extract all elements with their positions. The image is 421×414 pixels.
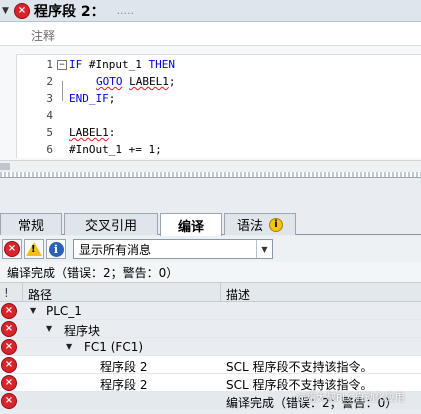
table-row[interactable]: × ▼ FC1 (FC1) [0,338,421,356]
syntax-info-icon: i [269,217,283,232]
row-path: 程序段 2 [100,360,148,374]
compile-summary: 编译完成（错误：2；警告：0） [0,262,421,282]
row-path: 程序块 [64,324,101,338]
info-icon: i [48,241,64,257]
code-text[interactable]: GOTO LABEL1; [96,75,176,88]
col-path-header[interactable]: 路径 [28,286,52,303]
error-icon: × [1,339,17,355]
line-number: 1 [46,58,53,71]
error-icon: × [1,375,17,391]
code-line-5[interactable]: 5 LABEL1: [17,126,421,142]
line-number: 3 [46,92,53,105]
message-filter-select[interactable]: 显示所有消息 ▼ [73,239,273,259]
network-comment[interactable]: 注释 [0,22,421,46]
tab-compile[interactable]: 编译 [160,213,222,236]
collapse-triangle-icon[interactable]: ▼ [2,6,14,16]
fold-toggle-icon[interactable]: − [57,60,67,70]
table-row[interactable]: × 程序段 2 SCL 程序段不支持该指令。 [0,356,421,374]
error-icon: × [1,393,17,409]
scl-code-editor[interactable]: 1 − IF #Input_1 THEN 2 GOTO LABEL1; 3 EN… [16,54,421,158]
expand-triangle-icon[interactable]: ▼ [46,324,52,333]
code-text[interactable]: IF #Input_1 THEN [69,58,175,71]
expand-triangle-icon[interactable]: ▼ [30,306,36,315]
table-row[interactable]: × ▼ 程序块 [0,320,421,338]
error-icon: × [14,2,30,19]
code-text[interactable]: #InOut_1 += 1; [69,143,162,156]
expand-triangle-icon[interactable]: ▼ [66,342,72,351]
row-path: PLC_1 [46,304,82,318]
code-line-2[interactable]: 2 GOTO LABEL1; [17,75,421,91]
code-editor-area: 1 − IF #Input_1 THEN 2 GOTO LABEL1; 3 EN… [0,46,421,160]
inspector-panel: 常规 交叉引用 编译 语法 i × ! i 显示所有消息 ▼ 编译完成（错误：2… [0,177,421,414]
line-number: 6 [46,143,53,156]
tab-general[interactable]: 常规 [0,213,62,235]
scrollbar-thumb[interactable] [0,163,10,170]
tab-cross-reference[interactable]: 交叉引用 [64,213,158,235]
filter-warnings-button[interactable]: ! [24,239,44,259]
code-line-4[interactable]: 4 [17,109,421,125]
comment-label: 注释 [31,29,56,43]
line-number: 5 [46,126,53,139]
error-icon: × [4,241,20,257]
tab-syntax[interactable]: 语法 i [224,213,296,235]
filter-info-button[interactable]: i [46,239,66,259]
error-icon: × [1,321,17,337]
row-desc: SCL 程序段不支持该指令。 [226,360,373,374]
warning-icon: ! [26,242,42,256]
chevron-down-icon[interactable]: ▼ [256,240,272,258]
code-line-1[interactable]: 1 − IF #Input_1 THEN [17,58,421,74]
network-title-placeholder[interactable]: ..... [117,4,134,17]
error-icon: × [1,303,17,319]
line-number: 4 [46,109,53,122]
message-grid-header: ! 路径 描述 [0,282,421,302]
network-header[interactable]: ▼ × 程序段 2： ..... [0,0,421,22]
error-icon: × [1,357,17,373]
code-line-6[interactable]: 6 #InOut_1 += 1; [17,143,421,159]
row-path: 程序段 2 [100,378,148,392]
col-desc-header[interactable]: 描述 [226,286,250,303]
horizontal-scrollbar[interactable] [0,160,421,172]
code-text[interactable]: END_IF; [69,92,115,105]
line-number: 2 [46,75,53,88]
code-text[interactable]: LABEL1: [69,126,115,139]
col-marker-header[interactable]: ! [4,286,9,300]
filter-errors-button[interactable]: × [2,239,22,259]
table-row[interactable]: × ▼ PLC_1 [0,302,421,320]
row-path: FC1 (FC1) [84,340,144,354]
message-toolbar: × ! i 显示所有消息 ▼ [0,236,421,262]
inspector-tabs: 常规 交叉引用 编译 语法 i [0,211,421,236]
watermark: @嗨大叔PLC自动化应用 [296,393,405,404]
code-line-3[interactable]: 3 END_IF; [17,92,421,108]
network-title[interactable]: 程序段 2： [34,1,105,21]
